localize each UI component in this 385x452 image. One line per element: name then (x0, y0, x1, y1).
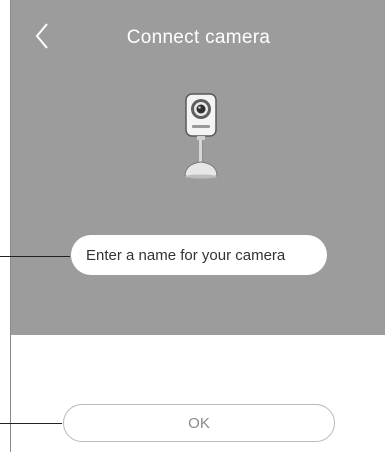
app-screen: Connect camera OK (10, 0, 385, 452)
callout-line (0, 423, 62, 424)
callout-line (0, 256, 70, 257)
camera-name-input[interactable] (71, 235, 327, 275)
page-title: Connect camera (126, 27, 271, 48)
header-panel: Connect camera (11, 0, 385, 335)
camera-icon (184, 93, 218, 179)
ok-button[interactable]: OK (63, 404, 335, 442)
